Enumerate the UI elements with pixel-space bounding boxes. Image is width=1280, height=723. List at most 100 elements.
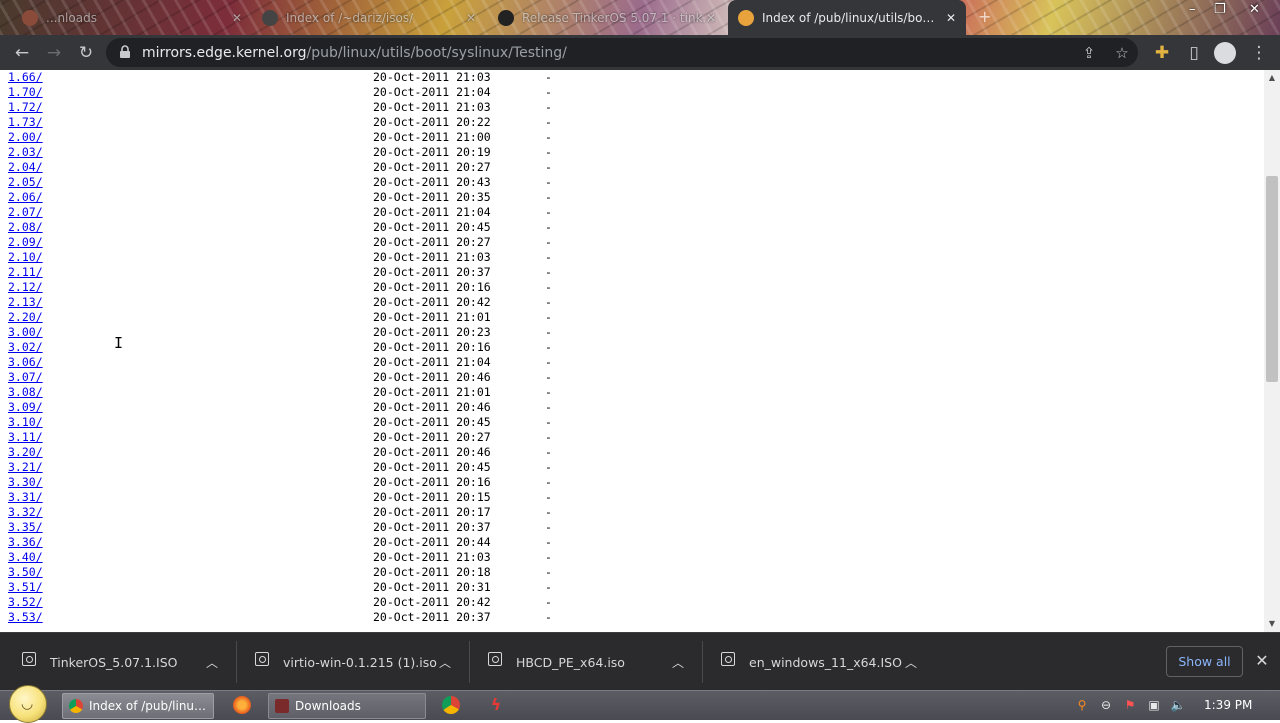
tab-downloads[interactable]: ...nloads ✕ <box>12 0 252 35</box>
close-icon[interactable]: ✕ <box>706 11 716 25</box>
directory-link[interactable]: 2.12/ <box>8 280 43 295</box>
taskbar-window-downloads[interactable]: Downloads <box>268 693 426 719</box>
directory-link[interactable]: 1.73/ <box>8 115 43 130</box>
scrollbar-thumb[interactable] <box>1266 176 1278 382</box>
lock-icon[interactable] <box>118 45 132 59</box>
taskbar-window-chrome[interactable]: Index of /pub/linux/... <box>62 693 214 719</box>
directory-link[interactable]: 2.10/ <box>8 250 43 265</box>
directory-link[interactable]: 2.13/ <box>8 295 43 310</box>
close-icon[interactable]: ✕ <box>1254 653 1270 669</box>
directory-link[interactable]: 3.51/ <box>8 580 43 595</box>
directory-link[interactable]: 2.00/ <box>8 130 43 145</box>
directory-link[interactable]: 3.30/ <box>8 475 43 490</box>
directory-link[interactable]: 3.07/ <box>8 370 43 385</box>
close-icon[interactable]: ✕ <box>946 11 956 25</box>
directory-link[interactable]: 3.20/ <box>8 445 43 460</box>
file-size: - <box>545 160 552 174</box>
clock[interactable]: 1:39 PM <box>1204 698 1252 712</box>
listing-row: 3.21/20-Oct-2011 20:45 - <box>8 460 708 475</box>
tab-release[interactable]: Release TinkerOS 5.07.1 · tinker... ✕ <box>488 0 726 35</box>
modified-date: 20-Oct-2011 20:27 <box>373 160 491 174</box>
directory-link[interactable]: 2.03/ <box>8 145 43 160</box>
restore-icon[interactable]: ❐ <box>1214 2 1226 17</box>
app-logo-icon[interactable]: ϟ <box>487 696 505 714</box>
firefox-icon[interactable] <box>233 696 251 714</box>
modified-date: 20-Oct-2011 21:04 <box>373 85 491 99</box>
directory-link[interactable]: 3.08/ <box>8 385 43 400</box>
directory-link[interactable]: 1.70/ <box>8 85 43 100</box>
chevron-up-icon[interactable]: ︿ <box>672 654 684 671</box>
kebab-menu-icon[interactable]: ⋮ <box>1247 41 1271 65</box>
listing-row: 2.13/20-Oct-2011 20:42 - <box>8 295 708 310</box>
modified-date: 20-Oct-2011 20:22 <box>373 115 491 129</box>
directory-link[interactable]: 3.40/ <box>8 550 43 565</box>
directory-link[interactable]: 2.07/ <box>8 205 43 220</box>
chrome-icon[interactable] <box>442 696 460 714</box>
directory-link[interactable]: 3.02/ <box>8 340 43 355</box>
close-icon[interactable]: ✕ <box>466 11 476 25</box>
tab-isos[interactable]: Index of /~dariz/isos/ ✕ <box>252 0 486 35</box>
start-button[interactable] <box>9 685 47 723</box>
directory-link[interactable]: 3.00/ <box>8 325 43 340</box>
listing-row: 3.31/20-Oct-2011 20:15 - <box>8 490 708 505</box>
directory-link[interactable]: 2.20/ <box>8 310 43 325</box>
flag-icon[interactable]: ⚑ <box>1122 697 1138 713</box>
scroll-up-icon[interactable]: ▲ <box>1264 70 1280 86</box>
window-close-icon[interactable]: ✕ <box>1249 2 1260 17</box>
download-item[interactable]: en_windows_11_x64.ISO ︿ <box>721 633 933 691</box>
directory-link[interactable]: 2.09/ <box>8 235 43 250</box>
download-item[interactable]: virtio-win-0.1.215 (1).iso ︿ <box>255 633 467 691</box>
address-bar[interactable]: mirrors.edge.kernel.org/pub/linux/utils/… <box>106 38 1138 67</box>
chevron-up-icon[interactable]: ︿ <box>905 654 917 671</box>
vertical-scrollbar[interactable]: ▲ ▼ <box>1264 70 1280 632</box>
directory-link[interactable]: 3.36/ <box>8 535 43 550</box>
directory-link[interactable]: 2.08/ <box>8 220 43 235</box>
close-icon[interactable]: ✕ <box>232 11 242 25</box>
network-icon[interactable]: ▣ <box>1146 697 1162 713</box>
directory-link[interactable]: 3.35/ <box>8 520 43 535</box>
scroll-down-icon[interactable]: ▼ <box>1264 616 1280 632</box>
new-tab-button[interactable]: + <box>978 7 991 26</box>
directory-link[interactable]: 2.11/ <box>8 265 43 280</box>
taskbar-window-label: Downloads <box>295 699 361 713</box>
profile-icon[interactable] <box>1213 41 1237 65</box>
side-panel-icon[interactable]: ▯ <box>1182 41 1206 65</box>
directory-link[interactable]: 2.05/ <box>8 175 43 190</box>
share-icon[interactable]: ⇪ <box>1078 42 1100 64</box>
kernel-org-favicon-icon <box>738 9 754 26</box>
directory-link[interactable]: 3.06/ <box>8 355 43 370</box>
tab-index-syslinux[interactable]: Index of /pub/linux/utils/boot/sy ✕ <box>728 0 966 35</box>
directory-link[interactable]: 3.21/ <box>8 460 43 475</box>
directory-link[interactable]: 1.66/ <box>8 70 43 85</box>
file-size: - <box>545 520 552 534</box>
reload-icon[interactable]: ↻ <box>74 41 98 65</box>
star-icon[interactable]: ☆ <box>1111 42 1133 64</box>
directory-link[interactable]: 3.11/ <box>8 430 43 445</box>
download-item[interactable]: TinkerOS_5.07.1.ISO ︿ <box>22 633 234 691</box>
show-all-button[interactable]: Show all <box>1166 646 1243 677</box>
directory-link[interactable]: 1.72/ <box>8 100 43 115</box>
directory-link[interactable]: 3.10/ <box>8 415 43 430</box>
download-item[interactable]: HBCD_PE_x64.iso ︿ <box>488 633 700 691</box>
modified-date: 20-Oct-2011 21:03 <box>373 100 491 114</box>
directory-link[interactable]: 3.09/ <box>8 400 43 415</box>
minus-circle-icon[interactable]: ⊖ <box>1098 697 1114 713</box>
arrow-left-icon[interactable]: ← <box>10 41 34 65</box>
directory-link[interactable]: 2.04/ <box>8 160 43 175</box>
url-text[interactable]: mirrors.edge.kernel.org/pub/linux/utils/… <box>142 45 567 61</box>
modified-date: 20-Oct-2011 20:18 <box>373 565 491 579</box>
directory-link[interactable]: 3.32/ <box>8 505 43 520</box>
file-size: - <box>545 280 552 294</box>
chevron-up-icon[interactable]: ︿ <box>439 654 451 671</box>
directory-link[interactable]: 3.52/ <box>8 595 43 610</box>
puzzle-icon[interactable]: ✚ <box>1150 41 1174 65</box>
volume-icon[interactable]: 🔈 <box>1170 697 1186 713</box>
directory-link[interactable]: 3.53/ <box>8 610 43 625</box>
chevron-up-icon[interactable]: ︿ <box>206 654 218 671</box>
search-icon[interactable]: ⚲ <box>1074 697 1090 713</box>
arrow-right-icon[interactable]: → <box>42 41 66 65</box>
minimize-icon[interactable]: – <box>1189 2 1196 17</box>
directory-link[interactable]: 3.50/ <box>8 565 43 580</box>
directory-link[interactable]: 3.31/ <box>8 490 43 505</box>
directory-link[interactable]: 2.06/ <box>8 190 43 205</box>
